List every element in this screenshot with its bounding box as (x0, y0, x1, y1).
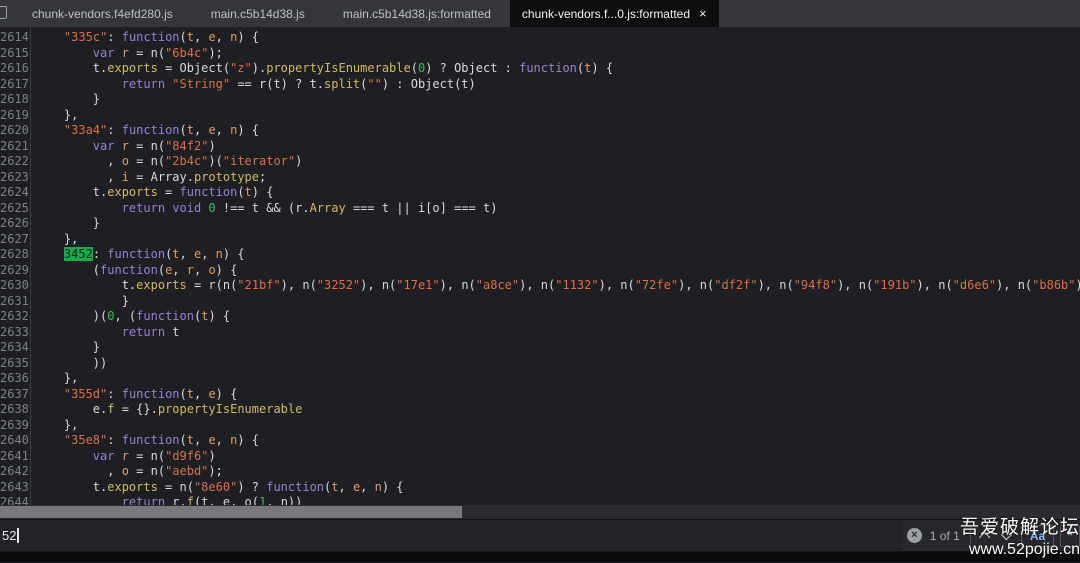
code-line[interactable]: }, (35, 232, 1080, 248)
line-number-gutter: 2614261526162617261826192620262126222623… (0, 27, 31, 519)
code-line[interactable]: return void 0 !== t && (r.Array === t ||… (35, 201, 1080, 217)
match-case-toggle[interactable]: Aa (1021, 525, 1054, 547)
code-editor: 2614261526162617261826192620262126222623… (0, 27, 1080, 519)
devtools-source-panel: chunk-vendors.f4efd280.js main.c5b14d38.j… (0, 0, 1080, 563)
bottom-strip (0, 552, 1080, 562)
code-line[interactable]: }, (35, 371, 1080, 387)
horizontal-scrollbar[interactable] (0, 505, 1080, 519)
code-line[interactable]: return t (35, 325, 1080, 341)
match-count-label: 1 of 1 (930, 529, 960, 543)
tab-label: main.c5b14d38.js (211, 7, 305, 21)
line-number[interactable]: 2635 (0, 356, 26, 372)
code-line[interactable]: "33a4": function(t, e, n) { (35, 123, 1080, 139)
line-number[interactable]: 2623 (0, 170, 26, 186)
line-number[interactable]: 2637 (0, 387, 26, 403)
code-line[interactable]: t.exports = r(n("21bf"), n("3252"), n("1… (35, 278, 1080, 294)
line-number[interactable]: 2633 (0, 325, 26, 341)
previous-match-button[interactable] (977, 525, 996, 547)
line-number[interactable]: 2617 (0, 77, 26, 93)
line-number[interactable]: 2639 (0, 418, 26, 434)
line-number[interactable]: 2615 (0, 46, 26, 62)
code-line[interactable]: } (35, 216, 1080, 232)
regex-toggle[interactable]: * (1060, 525, 1080, 547)
tab-label: main.c5b14d38.js:formatted (343, 7, 491, 21)
code-line[interactable]: return "String" == r(t) ? t.split("") : … (35, 77, 1080, 93)
line-number[interactable]: 2640 (0, 433, 26, 449)
tab-label: chunk-vendors.f4efd280.js (32, 7, 173, 21)
line-number[interactable]: 2636 (0, 371, 26, 387)
line-number[interactable]: 2624 (0, 185, 26, 201)
search-match-highlight: 3452 (64, 247, 93, 261)
tab[interactable]: main.c5b14d38.js (192, 0, 324, 27)
line-number[interactable]: 2622 (0, 154, 26, 170)
line-number[interactable]: 2625 (0, 201, 26, 217)
code-line[interactable]: , o = n("2b4c")("iterator") (35, 154, 1080, 170)
code-line[interactable]: "355d": function(t, e) { (35, 387, 1080, 403)
line-number[interactable]: 2619 (0, 108, 26, 124)
line-number[interactable]: 2627 (0, 232, 26, 248)
clear-search-icon[interactable]: × (907, 528, 922, 543)
line-number[interactable]: 2628 (0, 247, 26, 263)
line-number[interactable]: 2621 (0, 139, 26, 155)
code-line[interactable]: e.f = {}.propertyIsEnumerable (35, 402, 1080, 418)
scrollbar-thumb[interactable] (0, 506, 462, 518)
line-number[interactable]: 2642 (0, 464, 26, 480)
line-number[interactable]: 2616 (0, 61, 26, 77)
code-line[interactable]: t.exports = Object("z").propertyIsEnumer… (35, 61, 1080, 77)
line-number[interactable]: 2630 (0, 278, 26, 294)
line-number[interactable]: 2618 (0, 92, 26, 108)
tab[interactable]: chunk-vendors.f4efd280.js (13, 0, 192, 27)
search-input[interactable]: 52 (0, 520, 903, 551)
line-number[interactable]: 2643 (0, 480, 26, 496)
code-line[interactable]: var r = n("84f2") (35, 139, 1080, 155)
code-line[interactable]: "335c": function(t, e, n) { (35, 30, 1080, 46)
code-line[interactable]: , i = Array.prototype; (35, 170, 1080, 186)
code-content[interactable]: "335c": function(t, e, n) { var r = n("6… (31, 27, 1080, 519)
line-number[interactable]: 2641 (0, 449, 26, 465)
code-line[interactable]: t.exports = function(t) { (35, 185, 1080, 201)
code-line[interactable]: 3452: function(t, e, n) { (35, 247, 1080, 263)
line-number[interactable]: 2626 (0, 216, 26, 232)
code-line[interactable]: )) (35, 356, 1080, 372)
code-line[interactable]: }, (35, 108, 1080, 124)
find-bar: 52 × 1 of 1 Aa * (0, 519, 1080, 552)
code-line[interactable]: } (35, 92, 1080, 108)
code-line[interactable]: (function(e, r, o) { (35, 263, 1080, 279)
search-query-text: 52 (2, 528, 16, 543)
text-caret (17, 528, 19, 543)
code-line[interactable]: } (35, 340, 1080, 356)
tab-bar: chunk-vendors.f4efd280.js main.c5b14d38.j… (0, 0, 1080, 27)
line-number[interactable]: 2638 (0, 402, 26, 418)
code-line[interactable]: }, (35, 418, 1080, 434)
line-number[interactable]: 2634 (0, 340, 26, 356)
code-line[interactable]: } (35, 294, 1080, 310)
line-number[interactable]: 2620 (0, 123, 26, 139)
tab-active[interactable]: chunk-vendors.f...0.js:formatted × (510, 0, 719, 27)
line-number[interactable]: 2631 (0, 294, 26, 310)
tab[interactable]: main.c5b14d38.js:formatted (324, 0, 510, 27)
close-tab-icon[interactable]: × (699, 7, 707, 20)
line-number[interactable]: 2632 (0, 309, 26, 325)
line-number[interactable]: 2614 (0, 30, 26, 46)
code-line[interactable]: )(0, (function(t) { (35, 309, 1080, 325)
chevron-up-icon (979, 531, 990, 542)
panel-corner-icon (0, 6, 7, 19)
line-number[interactable]: 2629 (0, 263, 26, 279)
code-line[interactable]: t.exports = n("8e60") ? function(t, e, n… (35, 480, 1080, 496)
code-line[interactable]: "35e8": function(t, e, n) { (35, 433, 1080, 449)
code-line[interactable]: var r = n("d9f6") (35, 449, 1080, 465)
code-line[interactable]: , o = n("aebd"); (35, 464, 1080, 480)
tab-label: chunk-vendors.f...0.js:formatted (522, 7, 690, 21)
code-line[interactable]: var r = n("6b4c"); (35, 46, 1080, 62)
chevron-down-icon (1001, 528, 1012, 539)
toolbar-divider (970, 526, 971, 546)
next-match-button[interactable] (996, 525, 1015, 547)
